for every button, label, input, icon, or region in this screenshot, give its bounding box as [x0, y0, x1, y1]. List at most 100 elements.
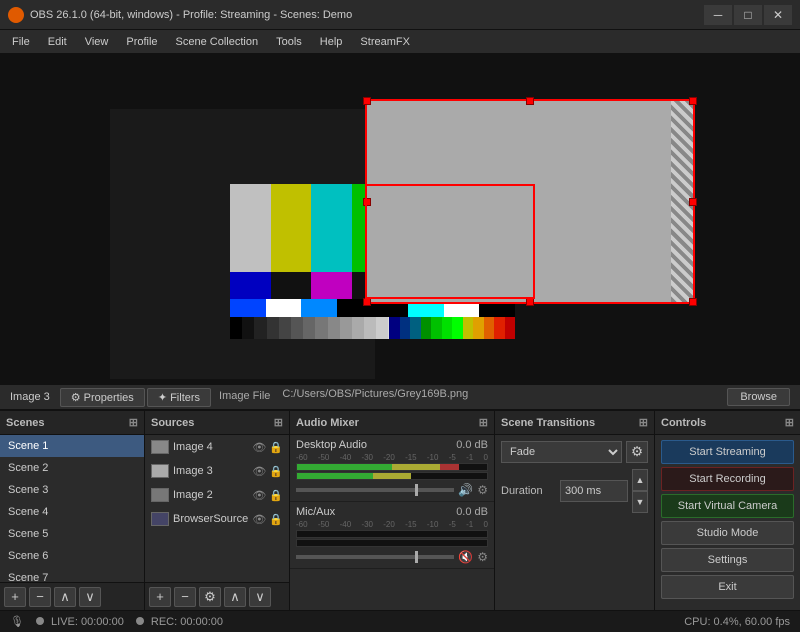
- source-up-button[interactable]: ∧: [224, 587, 246, 607]
- controls-icon[interactable]: ⊞: [785, 416, 794, 429]
- visibility-icon[interactable]: 👁: [252, 489, 266, 502]
- controls-panel: Controls ⊞ Start Streaming Start Recordi…: [655, 411, 800, 610]
- remove-scene-button[interactable]: −: [29, 587, 51, 607]
- add-source-button[interactable]: +: [149, 587, 171, 607]
- source-item[interactable]: Image 2 👁 🔒: [145, 483, 289, 507]
- duration-spinners: ▲ ▼: [632, 469, 648, 513]
- scene-item[interactable]: Scene 6: [0, 545, 144, 567]
- studio-mode-button[interactable]: Studio Mode: [661, 521, 794, 545]
- settings-button[interactable]: Settings: [661, 548, 794, 572]
- source-name: Image 2: [173, 489, 213, 501]
- app-icon: [8, 7, 24, 23]
- minimize-button[interactable]: ─: [704, 5, 732, 25]
- start-virtual-camera-button[interactable]: Start Virtual Camera: [661, 494, 794, 518]
- source-item[interactable]: Image 3 👁 🔒: [145, 459, 289, 483]
- source-icons: 👁 🔒: [252, 489, 283, 502]
- mic-audio-settings-icon[interactable]: ⚙: [477, 550, 488, 564]
- desktop-audio-meter2: [296, 472, 488, 480]
- source-thumb: [151, 464, 169, 478]
- source-settings-button[interactable]: ⚙: [199, 587, 221, 607]
- start-recording-button[interactable]: Start Recording: [661, 467, 794, 491]
- source-label-bar: Image 3 ⚙ Properties ✦ Filters Image Fil…: [0, 384, 800, 410]
- source-icons: 👁 🔒: [252, 441, 283, 454]
- duration-input[interactable]: [560, 480, 628, 502]
- grey-image[interactable]: [365, 99, 695, 304]
- duration-down-button[interactable]: ▼: [632, 491, 648, 513]
- desktop-audio-meter: [296, 463, 488, 471]
- handle-bc[interactable]: [526, 298, 534, 306]
- mic-audio-meter2: [296, 539, 488, 547]
- menu-file[interactable]: File: [4, 34, 38, 50]
- handle-br[interactable]: [689, 298, 697, 306]
- mic-audio-mute-icon[interactable]: 🔇: [458, 550, 473, 564]
- scene-up-button[interactable]: ∧: [54, 587, 76, 607]
- menu-streamfx[interactable]: StreamFX: [352, 34, 418, 50]
- scenes-label: Scenes: [6, 417, 45, 429]
- menu-profile[interactable]: Profile: [118, 34, 165, 50]
- live-dot: [36, 617, 44, 625]
- scene-down-button[interactable]: ∨: [79, 587, 101, 607]
- lock-icon[interactable]: 🔒: [269, 489, 283, 502]
- menu-edit[interactable]: Edit: [40, 34, 75, 50]
- source-icons: 👁 🔒: [252, 465, 283, 478]
- source-down-button[interactable]: ∨: [249, 587, 271, 607]
- lock-icon[interactable]: 🔒: [269, 465, 283, 478]
- lock-icon[interactable]: 🔒: [269, 441, 283, 454]
- audio-mixer-icon[interactable]: ⊞: [479, 416, 488, 429]
- duration-up-button[interactable]: ▲: [632, 469, 648, 491]
- scene-item[interactable]: Scene 2: [0, 457, 144, 479]
- menu-help[interactable]: Help: [312, 34, 351, 50]
- source-item[interactable]: BrowserSource 👁 🔒: [145, 507, 289, 531]
- filters-button[interactable]: ✦ Filters: [147, 388, 211, 407]
- statusbar: 🎙 LIVE: 00:00:00 REC: 00:00:00 CPU: 0.4%…: [0, 610, 800, 632]
- desktop-audio-name: Desktop Audio: [296, 439, 367, 451]
- handle-tl[interactable]: [363, 97, 371, 105]
- desktop-audio-mute-icon[interactable]: 🔊: [458, 483, 473, 497]
- source-thumb: [151, 440, 169, 454]
- image-file-label: Image File: [213, 388, 276, 407]
- lock-icon[interactable]: 🔒: [269, 513, 283, 526]
- scene-item[interactable]: Scene 3: [0, 479, 144, 501]
- mic-audio-slider[interactable]: [296, 555, 454, 559]
- transitions-icon[interactable]: ⊞: [639, 416, 648, 429]
- sources-panel: Sources ⊞ Image 4 👁 🔒 Image 3 👁 🔒: [145, 411, 290, 610]
- handle-tc[interactable]: [526, 97, 534, 105]
- sources-icon[interactable]: ⊞: [274, 416, 283, 429]
- close-button[interactable]: ✕: [764, 5, 792, 25]
- source-thumb: [151, 512, 169, 526]
- handle-ml[interactable]: [363, 198, 371, 206]
- source-item[interactable]: Image 4 👁 🔒: [145, 435, 289, 459]
- visibility-icon[interactable]: 👁: [252, 465, 266, 478]
- handle-mr[interactable]: [689, 198, 697, 206]
- browse-button[interactable]: Browse: [727, 388, 790, 406]
- maximize-button[interactable]: □: [734, 5, 762, 25]
- transition-type-select[interactable]: Fade Cut Swipe: [501, 441, 622, 463]
- mic-status-icon: 🎙: [10, 615, 24, 628]
- vu-scale-mic: -60-50-40-30-20-15-10-5-10: [296, 520, 488, 529]
- properties-button[interactable]: ⚙ Properties: [60, 388, 145, 407]
- desktop-audio-slider[interactable]: [296, 488, 454, 492]
- start-streaming-button[interactable]: Start Streaming: [661, 440, 794, 464]
- scene-item[interactable]: Scene 7: [0, 567, 144, 582]
- transition-gear-button[interactable]: ⚙: [626, 441, 648, 463]
- transition-type-row: Fade Cut Swipe ⚙: [501, 441, 648, 463]
- remove-source-button[interactable]: −: [174, 587, 196, 607]
- scene-item[interactable]: Scene 4: [0, 501, 144, 523]
- menu-view[interactable]: View: [77, 34, 117, 50]
- visibility-icon[interactable]: 👁: [252, 513, 266, 526]
- handle-tr[interactable]: [689, 97, 697, 105]
- desktop-audio-settings-icon[interactable]: ⚙: [477, 483, 488, 497]
- menubar: File Edit View Profile Scene Collection …: [0, 30, 800, 54]
- controls-content: Start Streaming Start Recording Start Vi…: [655, 435, 800, 602]
- menu-tools[interactable]: Tools: [268, 34, 310, 50]
- menu-scene-collection[interactable]: Scene Collection: [168, 34, 267, 50]
- scene-item[interactable]: Scene 5: [0, 523, 144, 545]
- exit-button[interactable]: Exit: [661, 575, 794, 599]
- add-scene-button[interactable]: +: [4, 587, 26, 607]
- titlebar-title: OBS 26.1.0 (64-bit, windows) - Profile: …: [30, 9, 352, 21]
- desktop-audio-channel: Desktop Audio 0.0 dB -60-50-40-30-20-15-…: [290, 435, 494, 502]
- handle-bl[interactable]: [363, 298, 371, 306]
- scenes-icon[interactable]: ⊞: [129, 416, 138, 429]
- scene-item[interactable]: Scene 1: [0, 435, 144, 457]
- visibility-icon[interactable]: 👁: [252, 441, 266, 454]
